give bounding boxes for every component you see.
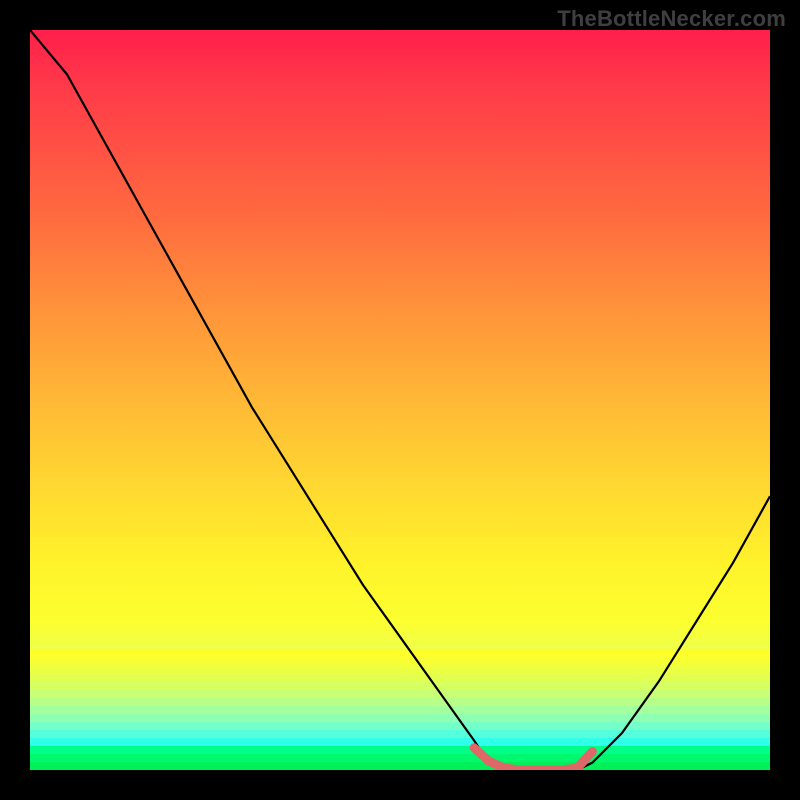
bottleneck-flat-highlight — [474, 748, 592, 770]
watermark-text: TheBottleNecker.com — [557, 6, 786, 32]
chart-stage: TheBottleNecker.com — [0, 0, 800, 800]
curve-layer — [30, 30, 770, 770]
plot-area — [30, 30, 770, 770]
bottleneck-curve-path — [30, 30, 770, 770]
